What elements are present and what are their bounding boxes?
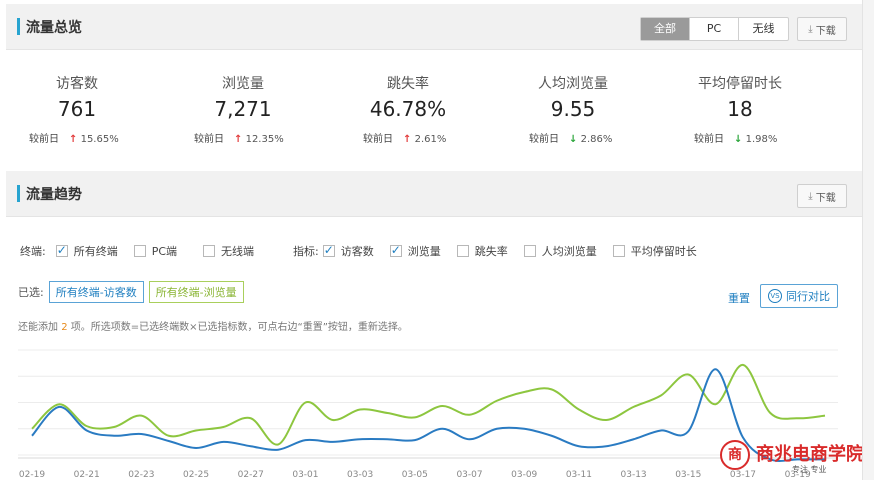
checkbox-pc[interactable] xyxy=(133,245,146,257)
checkbox-bounce[interactable] xyxy=(456,245,469,257)
stat-value: 18 xyxy=(727,97,753,121)
download-label: 下载 xyxy=(815,192,836,204)
metric-option-avg-time[interactable]: 平均停留时长 xyxy=(631,243,697,259)
stat-value: 7,271 xyxy=(214,97,272,121)
overview-header: 流量总览 全部 PC 无线 ⤓ 下载 xyxy=(6,4,862,50)
compare-label: 较前日 xyxy=(29,134,59,145)
compare-label: 较前日 xyxy=(694,134,724,145)
metric-filter-label: 指标: xyxy=(293,245,319,258)
compare-change: 2.86% xyxy=(580,134,613,145)
download-icon: ⤓ xyxy=(808,23,813,35)
peer-compare-label: 同行对比 xyxy=(786,290,830,303)
x-tick-label: 02-21 xyxy=(74,470,100,480)
tab-pc[interactable]: PC xyxy=(690,18,739,40)
brand-name: 商兆电商学院 xyxy=(756,444,864,465)
checkbox-visitors[interactable] xyxy=(322,243,335,257)
compare-change: 12.35% xyxy=(245,134,284,145)
x-tick-label: 02-27 xyxy=(238,470,264,480)
stat-card: 人均浏览量 9.55 xyxy=(493,73,653,121)
x-tick-label: 03-05 xyxy=(402,470,428,480)
compare-label: 较前日 xyxy=(363,134,393,145)
stat-label: 平均停留时长 xyxy=(698,76,782,92)
brand-slogan: 专注 专业 xyxy=(792,465,827,474)
x-tick-label: 03-07 xyxy=(456,470,482,480)
selected-label: 已选: xyxy=(18,286,44,299)
stat-card: 访客数 761 xyxy=(0,73,157,121)
compare-label: 较前日 xyxy=(529,134,559,145)
compare-label: 较前日 xyxy=(194,134,224,145)
x-tick-label: 03-09 xyxy=(511,470,537,480)
compare-change: 1.98% xyxy=(745,134,778,145)
metric-option-avg-views[interactable]: 人均浏览量 xyxy=(542,243,597,259)
stat-label: 跳失率 xyxy=(387,76,429,92)
stat-compare: 较前日 ↑ 2.61% xyxy=(363,130,446,145)
stat-compare: 较前日 ↓ 1.98% xyxy=(694,130,777,145)
checkbox-pageviews[interactable] xyxy=(389,243,402,257)
stat-card: 浏览量 7,271 xyxy=(163,73,323,121)
stat-value: 46.78% xyxy=(369,97,447,121)
tab-all[interactable]: 全部 xyxy=(641,18,690,40)
terminal-option-wireless[interactable]: 无线端 xyxy=(221,243,254,259)
selected-tag-pageviews[interactable]: 所有终端-浏览量 xyxy=(148,281,244,303)
scrollbar[interactable] xyxy=(862,0,874,480)
metric-option-pageviews[interactable]: 浏览量 xyxy=(408,243,441,259)
stat-card: 跳失率 46.78% xyxy=(328,73,488,121)
download-icon: ⤓ xyxy=(808,190,813,202)
section-accent-bar xyxy=(17,18,20,35)
compare-change: 15.65% xyxy=(80,134,119,145)
terminal-option-all[interactable]: 所有终端 xyxy=(74,243,118,259)
brand-watermark: 商 商兆电商学院 专注 专业 xyxy=(716,436,874,480)
checkbox-all-terminals[interactable] xyxy=(55,243,68,257)
checkbox-avg-views[interactable] xyxy=(523,245,536,257)
overview-title: 流量总览 xyxy=(26,20,82,36)
checkbox-wireless[interactable] xyxy=(203,245,216,257)
trend-down-arrow-icon: ↓ xyxy=(734,134,743,145)
x-tick-label: 03-11 xyxy=(566,470,592,480)
compare-change: 2.61% xyxy=(414,134,447,145)
stat-label: 访客数 xyxy=(56,76,98,92)
trend-down-arrow-icon: ↓ xyxy=(569,134,578,145)
stat-value: 761 xyxy=(57,97,97,121)
peer-compare-button[interactable]: VS 同行对比 xyxy=(760,284,838,308)
x-tick-label: 03-01 xyxy=(292,470,318,480)
terminal-option-pc[interactable]: PC端 xyxy=(152,243,177,259)
selected-tag-visitors[interactable]: 所有终端-访客数 xyxy=(48,281,144,303)
checkbox-avg-time[interactable] xyxy=(612,245,625,257)
brand-logo: 商 xyxy=(720,440,750,470)
x-tick-label: 03-03 xyxy=(347,470,373,480)
trend-header: 流量趋势 ⤓ 下载 xyxy=(6,171,862,217)
trend-title: 流量趋势 xyxy=(26,187,82,203)
metric-option-visitors[interactable]: 访客数 xyxy=(341,243,374,259)
overview-download-button[interactable]: ⤓ 下载 xyxy=(797,17,847,41)
download-label: 下载 xyxy=(815,25,836,37)
section-accent-bar xyxy=(17,185,20,202)
stat-compare: 较前日 ↓ 2.86% xyxy=(529,130,612,145)
trend-up-arrow-icon: ↑ xyxy=(234,134,243,145)
trend-up-arrow-icon: ↑ xyxy=(69,134,78,145)
terminal-filter: 终端: 所有终端 PC端 无线端 xyxy=(20,243,254,259)
metric-filter: 指标: 访客数 浏览量 跳失率 人均浏览量 平均停留时长 xyxy=(293,243,697,259)
platform-tabs: 全部 PC 无线 xyxy=(640,17,789,41)
x-tick-label: 03-13 xyxy=(621,470,647,480)
series-line-visitors[interactable] xyxy=(31,368,825,462)
stat-label: 浏览量 xyxy=(222,76,264,92)
x-tick-label: 02-23 xyxy=(128,470,154,480)
x-tick-label: 03-15 xyxy=(675,470,701,480)
stat-value: 9.55 xyxy=(550,97,596,121)
reset-link[interactable]: 重置 xyxy=(728,290,750,306)
metric-option-bounce[interactable]: 跳失率 xyxy=(475,243,508,259)
trend-up-arrow-icon: ↑ xyxy=(403,134,412,145)
terminal-filter-label: 终端: xyxy=(20,245,46,258)
tab-wireless[interactable]: 无线 xyxy=(739,18,788,40)
stat-compare: 较前日 ↑ 15.65% xyxy=(29,130,119,145)
trend-download-button[interactable]: ⤓ 下载 xyxy=(797,184,847,208)
stat-compare: 较前日 ↑ 12.35% xyxy=(194,130,284,145)
stat-label: 人均浏览量 xyxy=(538,76,608,92)
stat-card: 平均停留时长 18 xyxy=(660,73,820,121)
vs-icon: VS xyxy=(768,289,782,303)
selected-row: 已选: 所有终端-访客数 所有终端-浏览量 xyxy=(18,281,244,303)
x-tick-label: 02-19 xyxy=(19,470,45,480)
x-tick-label: 02-25 xyxy=(183,470,209,480)
